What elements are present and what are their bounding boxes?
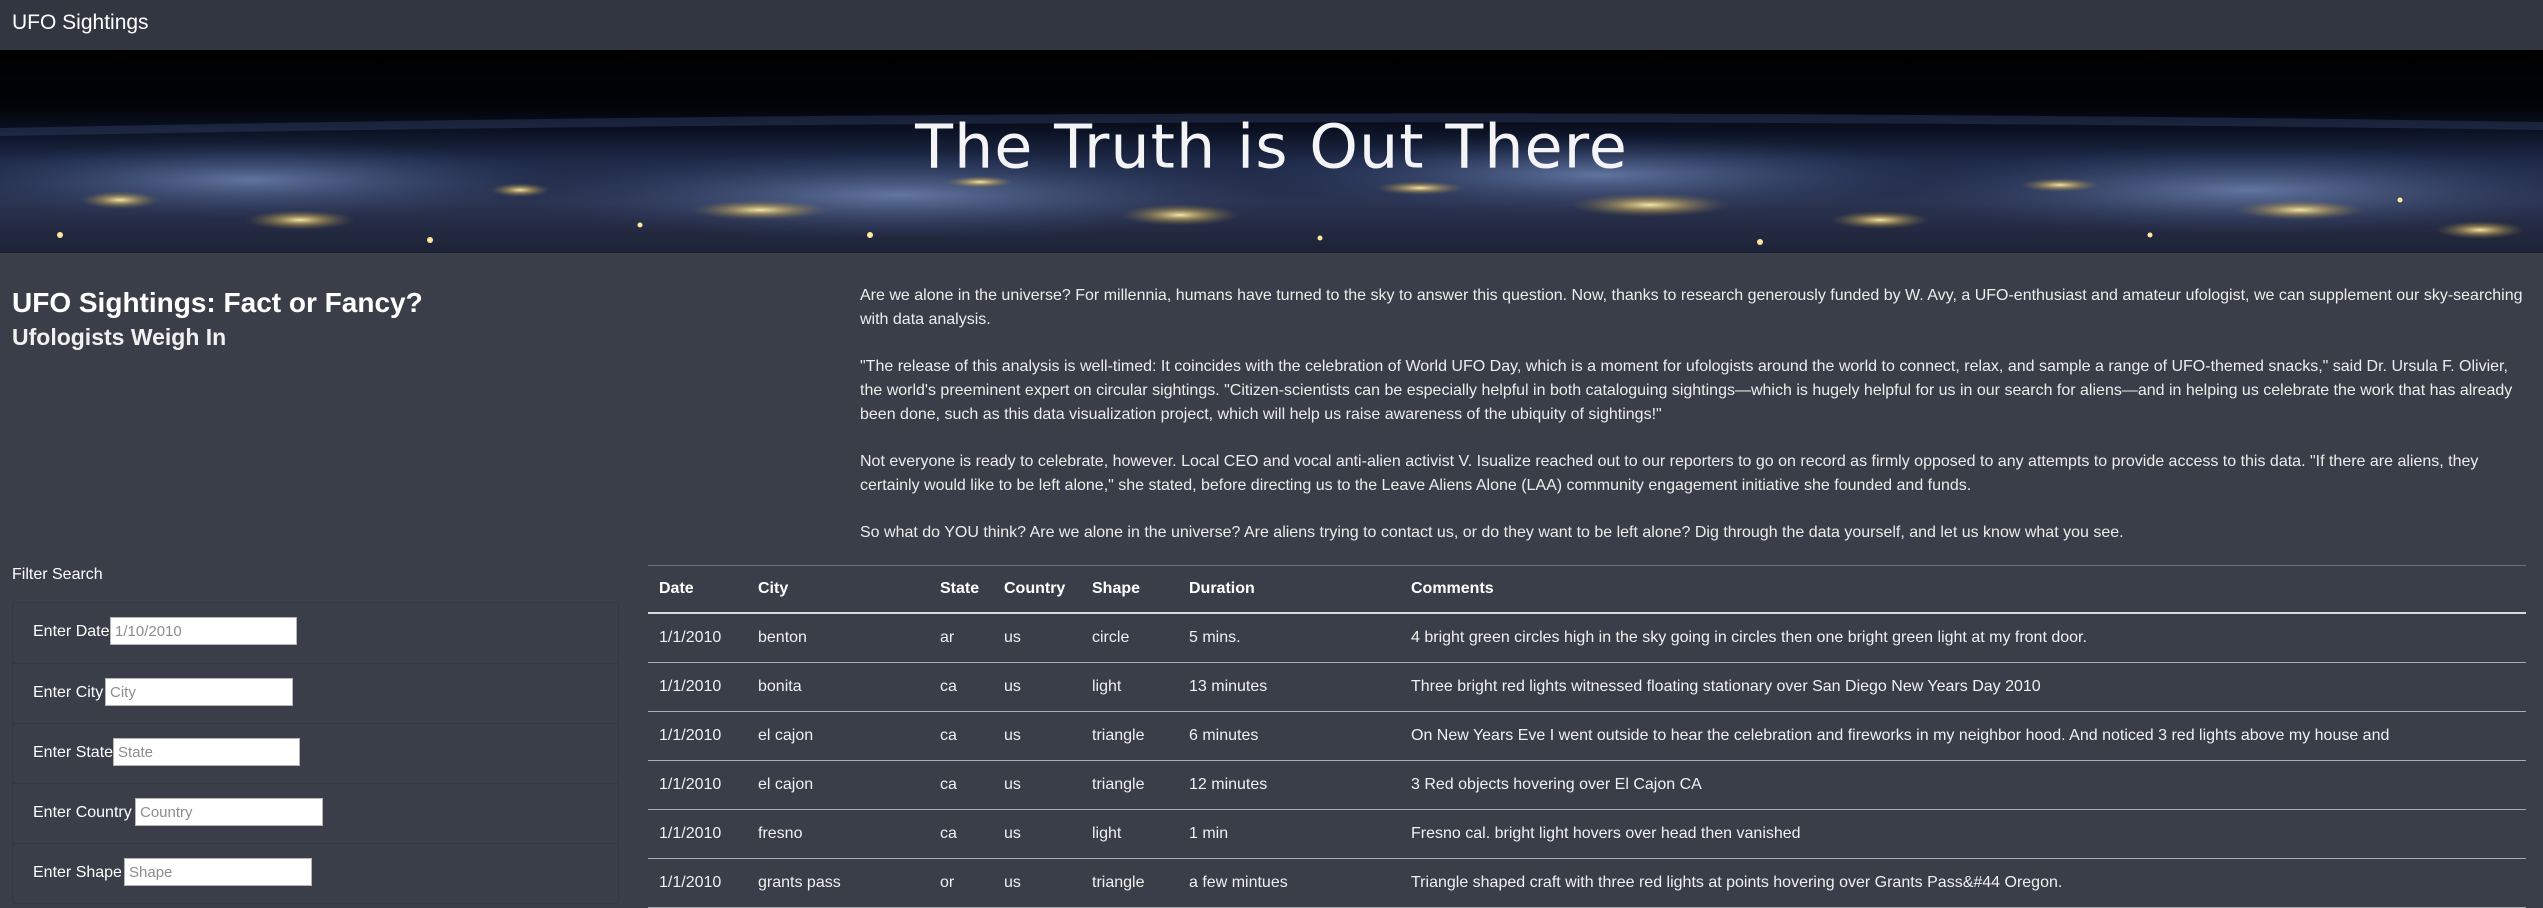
heading-block: UFO Sightings: Fact or Fancy? Ufologists…: [12, 286, 812, 352]
cell-date: 1/1/2010: [648, 858, 747, 908]
article-paragraph: Not everyone is ready to celebrate, howe…: [860, 453, 2479, 494]
cell-duration: 5 mins.: [1178, 613, 1400, 663]
table-row: 1/1/2010 fresno ca us light 1 min Fresno…: [648, 809, 2526, 859]
cell-shape: light: [1081, 809, 1178, 859]
city-input[interactable]: [105, 678, 293, 706]
cell-country: us: [993, 662, 1081, 712]
table-row: 1/1/2010 grants pass or us triangle a fe…: [648, 858, 2526, 908]
column-header-state: State: [929, 565, 993, 614]
cell-country: us: [993, 809, 1081, 859]
filter-label-shape: Enter Shape: [33, 864, 122, 881]
column-header-shape: Shape: [1081, 565, 1178, 614]
filter-search-title: Filter Search: [12, 566, 103, 583]
cell-city: el cajon: [747, 760, 929, 810]
cell-duration: 12 minutes: [1178, 760, 1400, 810]
cell-date: 1/1/2010: [648, 760, 747, 810]
country-input[interactable]: [135, 798, 323, 826]
cell-state: ca: [929, 662, 993, 712]
cell-country: us: [993, 613, 1081, 663]
cell-city: el cajon: [747, 711, 929, 761]
cell-country: us: [993, 858, 1081, 908]
cell-shape: light: [1081, 662, 1178, 712]
cell-comments: 4 bright green circles high in the sky g…: [1400, 613, 2526, 663]
page-title: UFO Sightings: Fact or Fancy?: [12, 287, 423, 318]
filter-panel: Enter Date Enter City Enter State Enter …: [12, 602, 619, 904]
table-row: 1/1/2010 benton ar us circle 5 mins. 4 b…: [648, 613, 2526, 663]
filter-row-date: Enter Date: [13, 603, 618, 663]
cell-state: ar: [929, 613, 993, 663]
sightings-table-wrapper: Date City State Country Shape Duration C…: [648, 565, 2526, 908]
cell-shape: triangle: [1081, 711, 1178, 761]
cell-city: fresno: [747, 809, 929, 859]
article-paragraph: Are we alone in the universe? For millen…: [860, 287, 2523, 328]
cell-comments: 3 Red objects hovering over El Cajon CA: [1400, 760, 2526, 810]
cell-comments: On New Years Eve I went outside to hear …: [1400, 711, 2526, 761]
cell-city: benton: [747, 613, 929, 663]
cell-country: us: [993, 711, 1081, 761]
filter-label-date: Enter Date: [33, 623, 110, 640]
cell-date: 1/1/2010: [648, 711, 747, 761]
cell-city: grants pass: [747, 858, 929, 908]
article-paragraph: So what do YOU think? Are we alone in th…: [860, 524, 2124, 541]
article-paragraph: "The release of this analysis is well-ti…: [860, 358, 2513, 423]
filter-label-country: Enter Country: [33, 804, 132, 821]
cell-duration: 13 minutes: [1178, 662, 1400, 712]
filter-row-country: Enter Country: [13, 783, 618, 844]
cell-comments: Triangle shaped craft with three red lig…: [1400, 858, 2526, 908]
hero-banner: The Truth is Out There: [0, 50, 2543, 253]
table-row: 1/1/2010 el cajon ca us triangle 12 minu…: [648, 760, 2526, 810]
cell-city: bonita: [747, 662, 929, 712]
column-header-city: City: [747, 565, 929, 614]
column-header-country: Country: [993, 565, 1081, 614]
cell-duration: 1 min: [1178, 809, 1400, 859]
cell-country: us: [993, 760, 1081, 810]
cell-duration: 6 minutes: [1178, 711, 1400, 761]
filter-row-shape: Enter Shape: [13, 843, 618, 904]
column-header-date: Date: [648, 565, 747, 614]
cell-state: or: [929, 858, 993, 908]
sightings-table: Date City State Country Shape Duration C…: [648, 565, 2526, 908]
filter-label-state: Enter State: [33, 744, 114, 761]
cell-duration: a few mintues: [1178, 858, 1400, 908]
cell-state: ca: [929, 711, 993, 761]
article-body: Are we alone in the universe? For millen…: [860, 284, 2530, 568]
cell-comments: Three bright red lights witnessed floati…: [1400, 662, 2526, 712]
cell-shape: triangle: [1081, 760, 1178, 810]
date-input[interactable]: [110, 617, 297, 645]
filter-label-city: Enter City: [33, 684, 104, 701]
filter-row-state: Enter State: [13, 723, 618, 784]
filter-row-city: Enter City: [13, 663, 618, 724]
column-header-duration: Duration: [1178, 565, 1400, 614]
cell-state: ca: [929, 809, 993, 859]
table-row: 1/1/2010 el cajon ca us triangle 6 minut…: [648, 711, 2526, 761]
cell-shape: circle: [1081, 613, 1178, 663]
column-header-comments: Comments: [1400, 565, 2526, 614]
navbar-brand-link[interactable]: UFO Sightings: [12, 11, 149, 35]
cell-comments: Fresno cal. bright light hovers over hea…: [1400, 809, 2526, 859]
navbar: UFO Sightings: [0, 0, 2543, 51]
cell-date: 1/1/2010: [648, 613, 747, 663]
table-header-row: Date City State Country Shape Duration C…: [648, 565, 2526, 614]
table-row: 1/1/2010 bonita ca us light 13 minutes T…: [648, 662, 2526, 712]
page-subtitle: Ufologists Weigh In: [12, 324, 227, 350]
cell-shape: triangle: [1081, 858, 1178, 908]
state-input[interactable]: [113, 738, 300, 766]
cell-state: ca: [929, 760, 993, 810]
cell-date: 1/1/2010: [648, 662, 747, 712]
shape-input[interactable]: [124, 858, 312, 886]
cell-date: 1/1/2010: [648, 809, 747, 859]
hero-title: The Truth is Out There: [915, 110, 1628, 183]
